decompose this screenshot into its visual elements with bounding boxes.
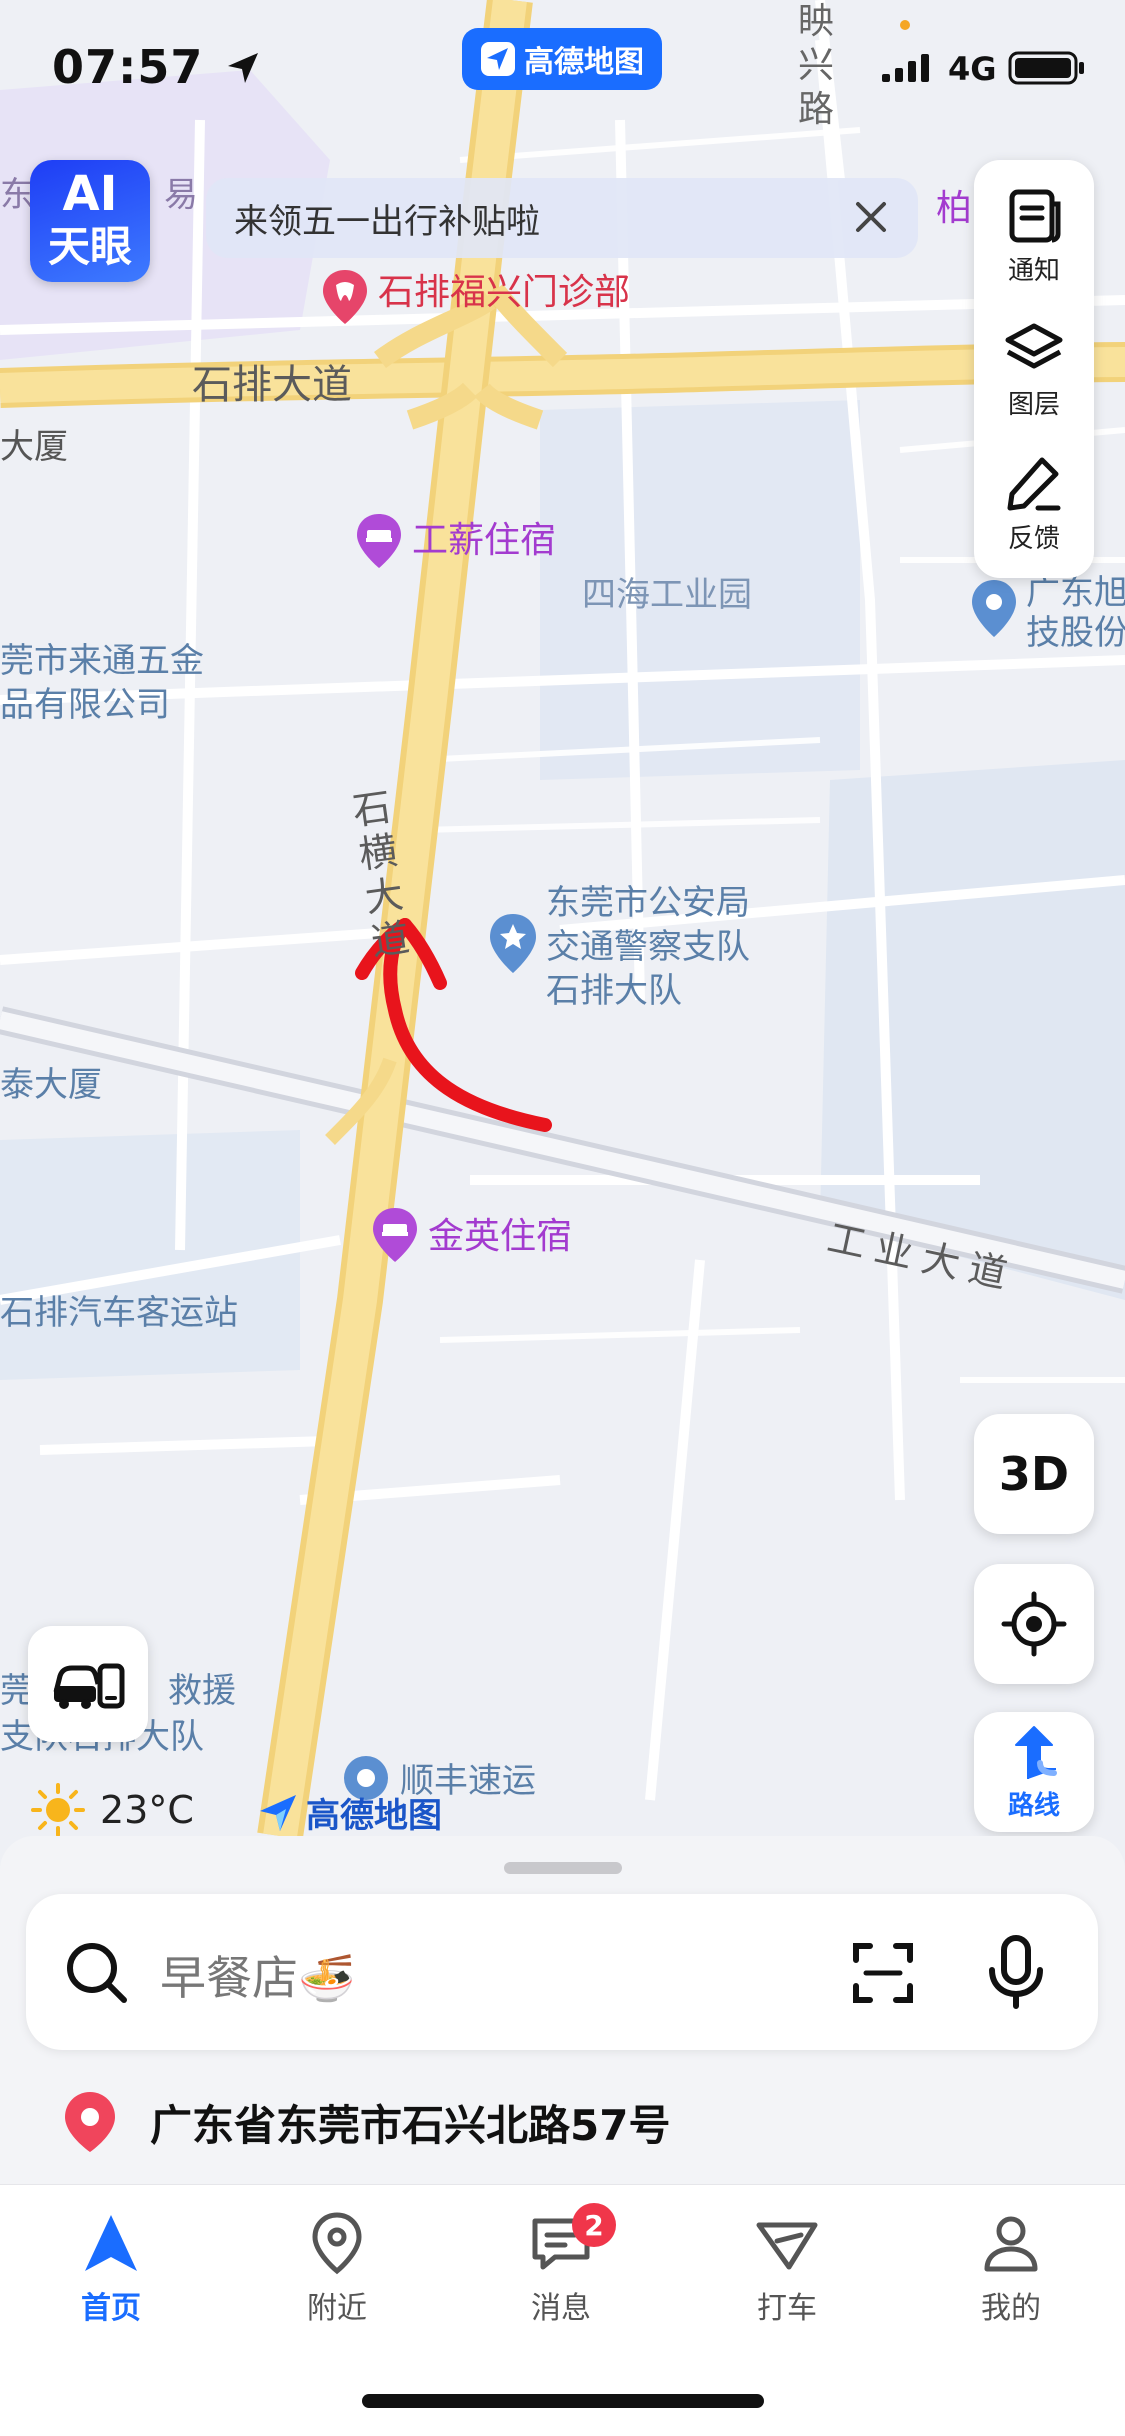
route-label: 路线	[1007, 1790, 1060, 1821]
hotel-pin-icon[interactable]	[354, 512, 404, 574]
tool-notification[interactable]: 通知	[974, 170, 1094, 304]
layers-icon	[1005, 323, 1063, 369]
map-label-bo: 柏	[936, 188, 973, 229]
location-pin-icon	[65, 2092, 115, 2152]
police-pin-icon[interactable]	[486, 912, 540, 980]
tab-taxi[interactable]: 打车	[712, 2211, 862, 2327]
weather-widget[interactable]: 23°C	[30, 1782, 194, 1838]
status-time: 07:57	[52, 40, 262, 94]
route-arrow-icon	[1015, 1725, 1057, 1779]
3d-toggle-button[interactable]: 3D	[974, 1414, 1094, 1534]
tab-label: 打车	[757, 2291, 817, 2326]
tab-label: 我的	[981, 2291, 1041, 2326]
map-label-laitong-1: 莞市来通五金	[0, 641, 204, 681]
map-label-bus-station: 石排汽车客运站	[0, 1293, 238, 1333]
tool-label: 通知	[1007, 256, 1060, 286]
tab-label: 附近	[307, 2291, 367, 2326]
signal-icon	[882, 54, 929, 82]
clinic-pin-icon[interactable]	[320, 268, 370, 330]
orange-dot-indicator	[900, 20, 910, 30]
map-tools-panel: 通知 图层 反馈	[974, 160, 1094, 578]
taxi-icon	[756, 2222, 818, 2270]
promo-banner[interactable]: 来领五一出行补贴啦	[206, 178, 918, 258]
battery-icon	[1008, 51, 1084, 85]
map-label-dong: 东	[0, 175, 34, 215]
map-label-yi: 易	[164, 175, 198, 215]
current-address[interactable]: 广东省东莞市石兴北路57号	[60, 2090, 670, 2154]
map-label-road-shipai: 石排大道	[192, 362, 352, 408]
map-label-police-2: 交通警察支队	[546, 927, 750, 967]
status-bar: 07:57 高德地图 4G	[0, 0, 1125, 130]
locate-button[interactable]	[974, 1564, 1094, 1684]
tab-label: 消息	[531, 2291, 591, 2326]
company-pin-icon[interactable]	[968, 578, 1020, 644]
message-count-badge: 2	[572, 2203, 616, 2247]
map-label-guangdong-2: 技股份	[1026, 613, 1125, 653]
locate-icon	[1001, 1591, 1067, 1657]
scan-icon[interactable]	[850, 1940, 916, 2006]
navigation-arrow-icon	[85, 2215, 137, 2271]
map-label-police-3: 石排大队	[546, 971, 682, 1011]
microphone-icon[interactable]	[986, 1934, 1046, 2010]
address-text: 广东省东莞市石兴北路57号	[150, 2100, 671, 2150]
map-label-tai: 泰大厦	[0, 1065, 102, 1105]
search-placeholder[interactable]: 早餐店🍜	[160, 1942, 355, 2008]
tool-label: 图层	[1007, 390, 1060, 420]
map-label-police-1: 东莞市公安局	[546, 883, 750, 923]
ai-eye-label-2: 天眼	[47, 222, 132, 271]
car-phone-button[interactable]	[28, 1626, 148, 1742]
map-label-jinying[interactable]: 金英住宿	[428, 1214, 572, 1259]
feedback-icon	[1007, 457, 1061, 511]
tab-label: 首页	[81, 2291, 141, 2326]
amap-logo-icon	[260, 1794, 296, 1831]
search-bar[interactable]: 早餐店🍜	[26, 1894, 1098, 2050]
tool-layers[interactable]: 图层	[974, 304, 1094, 438]
ai-eye-button[interactable]: AI 天眼	[30, 160, 150, 282]
amap-logo-icon	[481, 42, 515, 76]
route-button[interactable]: 路线	[974, 1712, 1094, 1832]
promo-banner-text: 来领五一出行补贴啦	[234, 201, 540, 242]
close-icon[interactable]	[846, 192, 896, 242]
map-logo: 高德地图	[256, 1788, 442, 1837]
sun-icon	[31, 1783, 85, 1837]
hotel-pin-icon[interactable]	[370, 1206, 420, 1268]
map-label-laitong-2: 品有限公司	[0, 685, 170, 725]
user-icon	[984, 2216, 1038, 2272]
ai-eye-label-1: AI	[62, 166, 118, 222]
map-label-clinic[interactable]: 石排福兴门诊部	[378, 270, 630, 315]
tab-home[interactable]: 首页	[36, 2211, 186, 2327]
tab-profile[interactable]: 我的	[936, 2211, 1086, 2327]
map-label-rescue-1b: 救援	[168, 1671, 236, 1711]
network-type: 4G	[948, 50, 997, 88]
weather-temp: 23°C	[100, 1788, 194, 1832]
tab-messages[interactable]: 2 消息	[486, 2203, 636, 2327]
car-phone-icon	[53, 1663, 125, 1709]
sheet-drag-handle[interactable]	[504, 1862, 622, 1874]
search-icon	[67, 1943, 127, 2003]
map-label-dasha: 大厦	[0, 427, 68, 467]
location-pin-icon	[312, 2212, 362, 2275]
notification-icon	[1009, 189, 1061, 243]
map-label-guangdong-1: 广东旭	[1026, 573, 1125, 613]
map-label-gongxin[interactable]: 工薪住宿	[412, 518, 556, 563]
location-arrow-icon	[228, 53, 259, 83]
home-indicator[interactable]	[362, 2394, 764, 2408]
tool-label: 反馈	[1007, 524, 1060, 554]
3d-label: 3D	[998, 1447, 1070, 1501]
tab-nearby[interactable]: 附近	[262, 2211, 412, 2327]
map-label-sihai: 四海工业园	[582, 575, 752, 615]
app-badge[interactable]: 高德地图	[462, 28, 662, 90]
tool-feedback[interactable]: 反馈	[974, 438, 1094, 572]
